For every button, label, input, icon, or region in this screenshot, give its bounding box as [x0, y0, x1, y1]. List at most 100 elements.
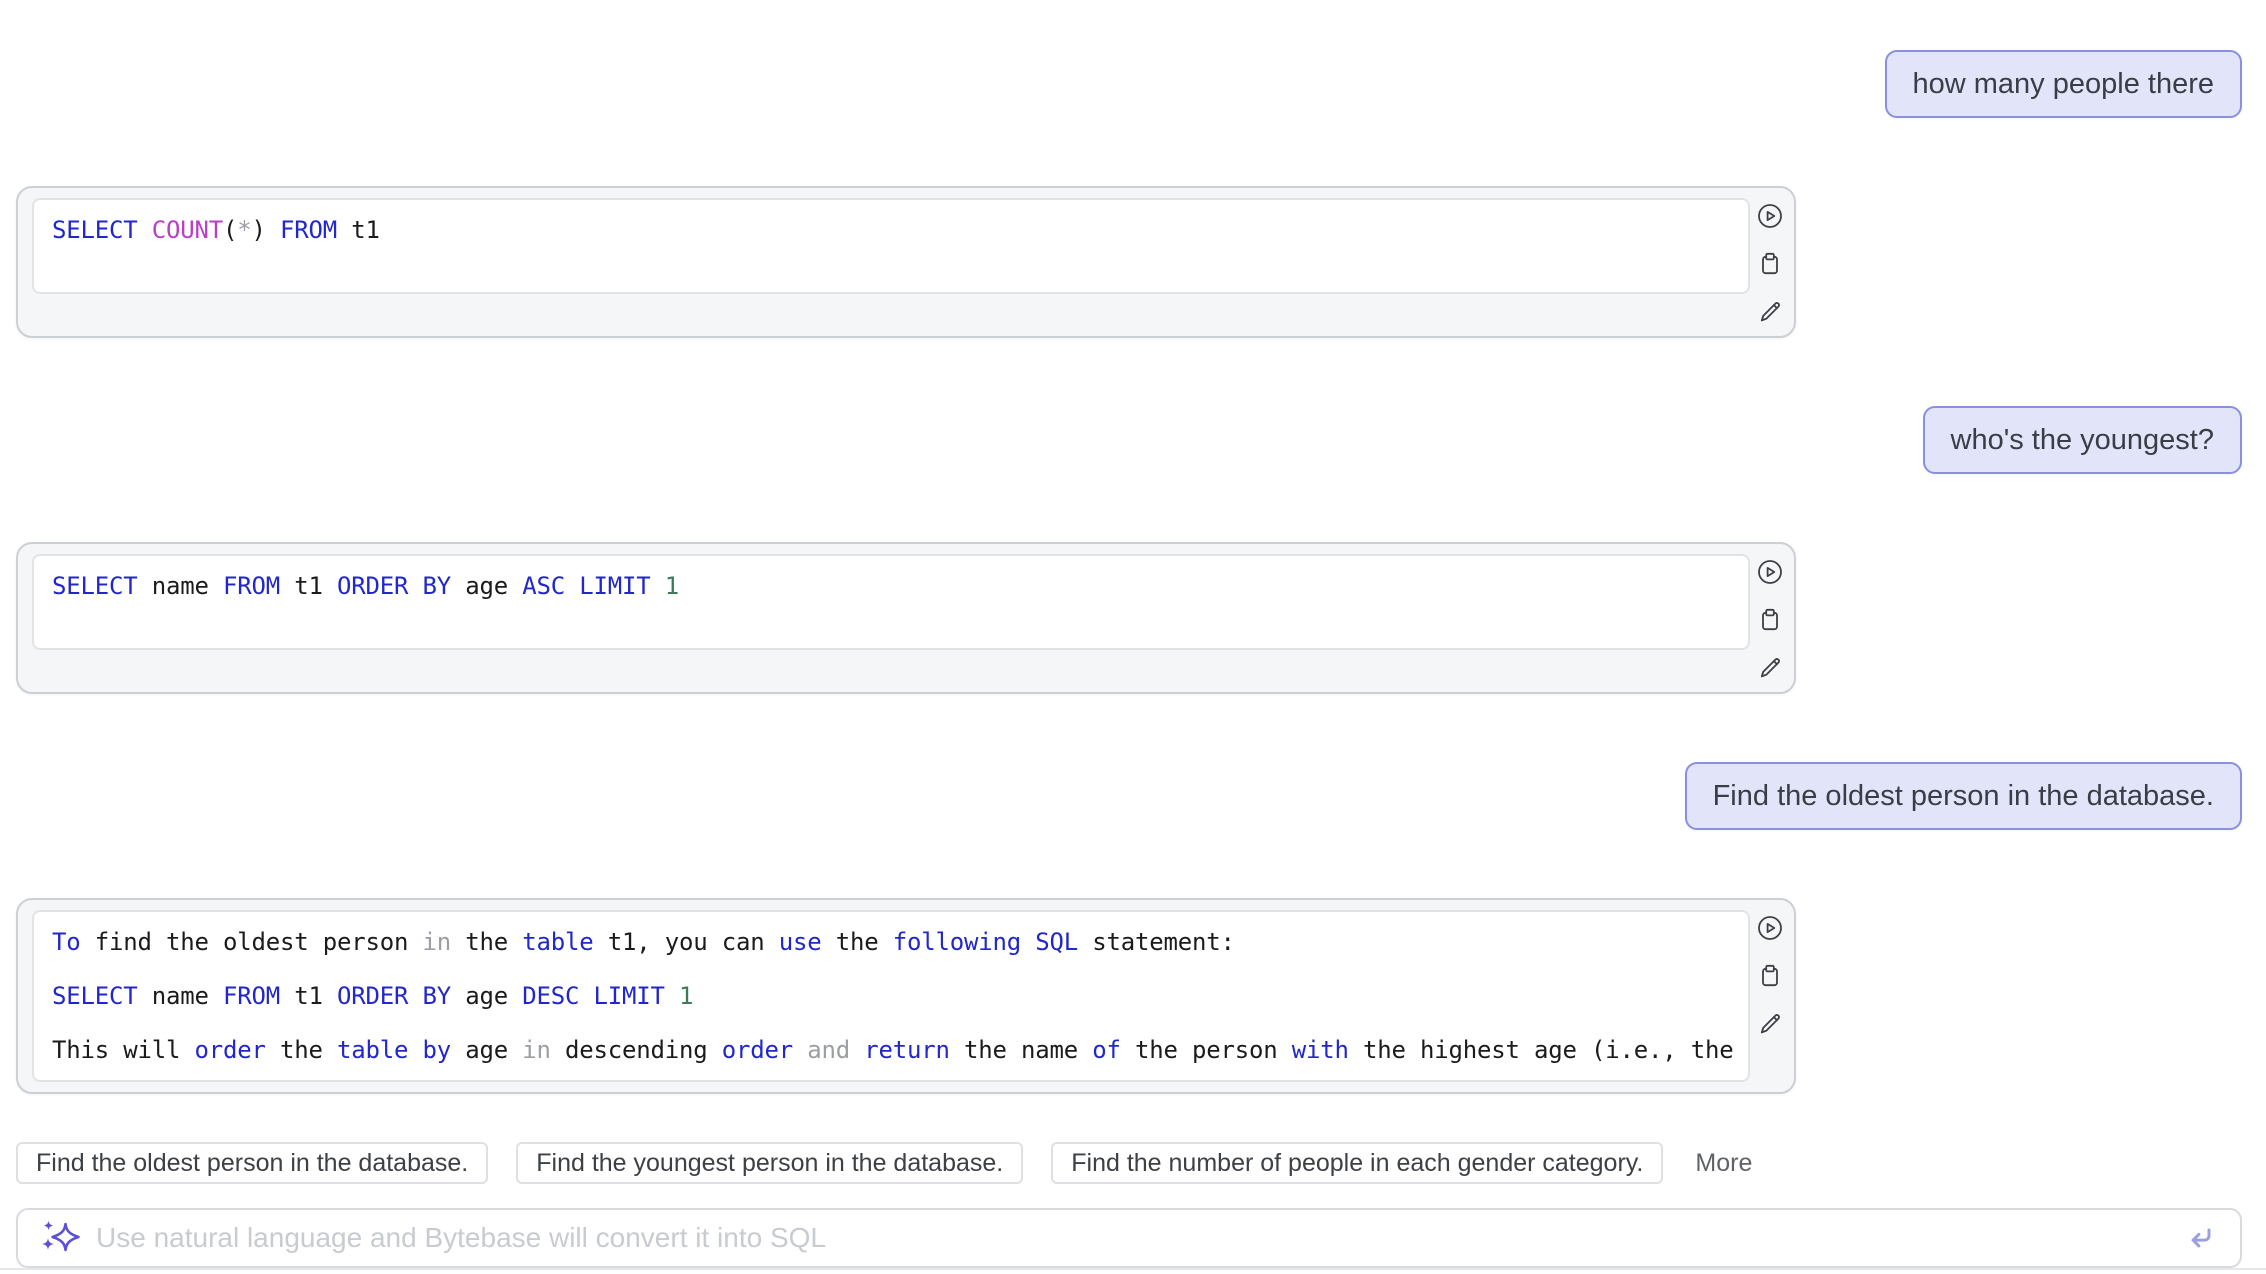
sql-action-toolbar: [1756, 558, 1784, 682]
assistant-message-row: SELECT name FROM t1 ORDER BY age ASC LIM…: [16, 542, 2242, 694]
edit-sql-button[interactable]: [1756, 298, 1784, 326]
assistant-message-row: SELECT COUNT(*) FROM t1: [16, 186, 2242, 338]
sql-token-pl: the: [821, 928, 892, 956]
sql-token-pl: [850, 1036, 864, 1064]
sql-token-kw: ASC: [522, 572, 565, 600]
sql-token-pl: the: [451, 928, 522, 956]
bottom-divider: [0, 1268, 2266, 1270]
sql-token-kw: SELECT: [52, 982, 138, 1010]
run-sql-button[interactable]: [1756, 202, 1784, 230]
sql-token-pl: [1021, 928, 1035, 956]
sql-token-pl: the highest age (i.e., the: [1349, 1036, 1734, 1064]
nl2sql-input-bar: [16, 1208, 2242, 1268]
sql-token-num: 1: [679, 982, 693, 1010]
user-message-row: Find the oldest person in the database.: [16, 762, 2242, 830]
copy-sql-button[interactable]: [1756, 962, 1784, 990]
sql-token-kw: LIMIT: [579, 572, 650, 600]
sql-token-num: 1: [665, 572, 679, 600]
more-suggestions-button[interactable]: More: [1691, 1149, 1756, 1178]
pencil-icon: [1756, 1010, 1784, 1038]
sql-token-fn: COUNT: [152, 216, 223, 244]
sql-token-kw: FROM: [223, 572, 280, 600]
code-line: To find the oldest person in the table t…: [52, 924, 1740, 960]
sql-token-kw: ORDER: [337, 982, 408, 1010]
suggestion-chip-oldest[interactable]: Find the oldest person in the database.: [16, 1142, 488, 1184]
return-arrow-icon: [2184, 1221, 2218, 1255]
sql-token-pl: descending: [551, 1036, 722, 1064]
sql-token-kw: return: [864, 1036, 950, 1064]
sql-token-kw: SELECT: [52, 572, 138, 600]
clipboard-icon: [1756, 962, 1784, 990]
copy-sql-button[interactable]: [1756, 250, 1784, 278]
sql-action-toolbar: [1756, 202, 1784, 326]
sql-token-pl: [665, 982, 679, 1010]
sql-token-pl: age: [451, 982, 522, 1010]
edit-sql-button[interactable]: [1756, 1010, 1784, 1038]
code-line: This will order the table by age in desc…: [52, 1032, 1740, 1068]
copy-sql-button[interactable]: [1756, 606, 1784, 634]
sql-token-kw: FROM: [223, 982, 280, 1010]
play-circle-icon: [1756, 558, 1784, 586]
run-sql-button[interactable]: [1756, 558, 1784, 586]
sql-token-kw: of: [1092, 1036, 1121, 1064]
sql-token-kw: BY: [423, 982, 452, 1010]
code-line: SELECT name FROM t1 ORDER BY age DESC LI…: [52, 978, 1740, 1014]
sql-token-pl: name: [138, 572, 224, 600]
pencil-icon: [1756, 654, 1784, 682]
sql-token-pl: [579, 982, 593, 1010]
user-message-row: how many people there: [16, 50, 2242, 118]
ai-response-card: SELECT name FROM t1 ORDER BY age ASC LIM…: [16, 542, 1796, 694]
sql-action-toolbar: [1756, 914, 1784, 1038]
sql-token-pl: ): [252, 216, 281, 244]
sql-token-op: in: [422, 928, 451, 956]
sql-token-kw: DESC: [522, 982, 579, 1010]
code-line: SELECT name FROM t1 ORDER BY age ASC LIM…: [52, 568, 1740, 604]
sql-token-pl: t1, you can: [593, 928, 778, 956]
sql-token-pl: t1: [280, 572, 337, 600]
sql-token-pl: [408, 1036, 422, 1064]
sql-token-kw: use: [779, 928, 822, 956]
sql-token-pl: t1: [280, 982, 337, 1010]
clipboard-icon: [1756, 250, 1784, 278]
nl2sql-input[interactable]: [94, 1221, 2170, 1255]
ai-response-card: To find the oldest person in the table t…: [16, 898, 1796, 1094]
code-line: SELECT COUNT(*) FROM t1: [52, 212, 1740, 248]
sql-token-kw: ORDER: [337, 572, 408, 600]
user-message-bubble: how many people there: [1885, 50, 2242, 118]
sql-token-kw: with: [1292, 1036, 1349, 1064]
sql-code-block[interactable]: SELECT name FROM t1 ORDER BY age ASC LIM…: [32, 554, 1750, 650]
play-circle-icon: [1756, 202, 1784, 230]
assistant-message-row: To find the oldest person in the table t…: [16, 898, 2242, 1094]
submit-enter-button[interactable]: [2184, 1221, 2218, 1255]
sql-token-pl: [651, 572, 665, 600]
sql-token-pl: age: [451, 1036, 522, 1064]
sql-token-pl: [565, 572, 579, 600]
sql-token-pl: [138, 216, 152, 244]
sql-code-block[interactable]: To find the oldest person in the table t…: [32, 910, 1750, 1082]
sql-token-kw: order: [195, 1036, 266, 1064]
sql-token-kw: BY: [423, 572, 452, 600]
sql-token-pl: the person: [1121, 1036, 1292, 1064]
suggestion-chip-gender-count[interactable]: Find the number of people in each gender…: [1051, 1142, 1663, 1184]
pencil-icon: [1756, 298, 1784, 326]
sql-code-block[interactable]: SELECT COUNT(*) FROM t1: [32, 198, 1750, 294]
sql-chat-panel: how many people there SELECT COUNT(*) FR…: [0, 0, 2266, 1274]
sql-token-pl: the: [266, 1036, 337, 1064]
sql-token-op: in: [522, 1036, 551, 1064]
sql-token-pl: This will: [52, 1036, 195, 1064]
sql-token-kw: by: [423, 1036, 452, 1064]
sql-token-pl: statement:: [1078, 928, 1235, 956]
sql-token-pl: age: [451, 572, 522, 600]
run-sql-button[interactable]: [1756, 914, 1784, 942]
sql-token-pl: t1: [337, 216, 380, 244]
sparkle-icon: [40, 1218, 80, 1258]
user-message-row: who's the youngest?: [16, 406, 2242, 474]
clipboard-icon: [1756, 606, 1784, 634]
edit-sql-button[interactable]: [1756, 654, 1784, 682]
user-message-bubble: Find the oldest person in the database.: [1685, 762, 2242, 830]
sql-token-kw: LIMIT: [594, 982, 665, 1010]
ai-response-card: SELECT COUNT(*) FROM t1: [16, 186, 1796, 338]
sql-token-op: and: [807, 1036, 850, 1064]
sql-token-pl: (: [223, 216, 237, 244]
suggestion-chip-youngest[interactable]: Find the youngest person in the database…: [516, 1142, 1023, 1184]
